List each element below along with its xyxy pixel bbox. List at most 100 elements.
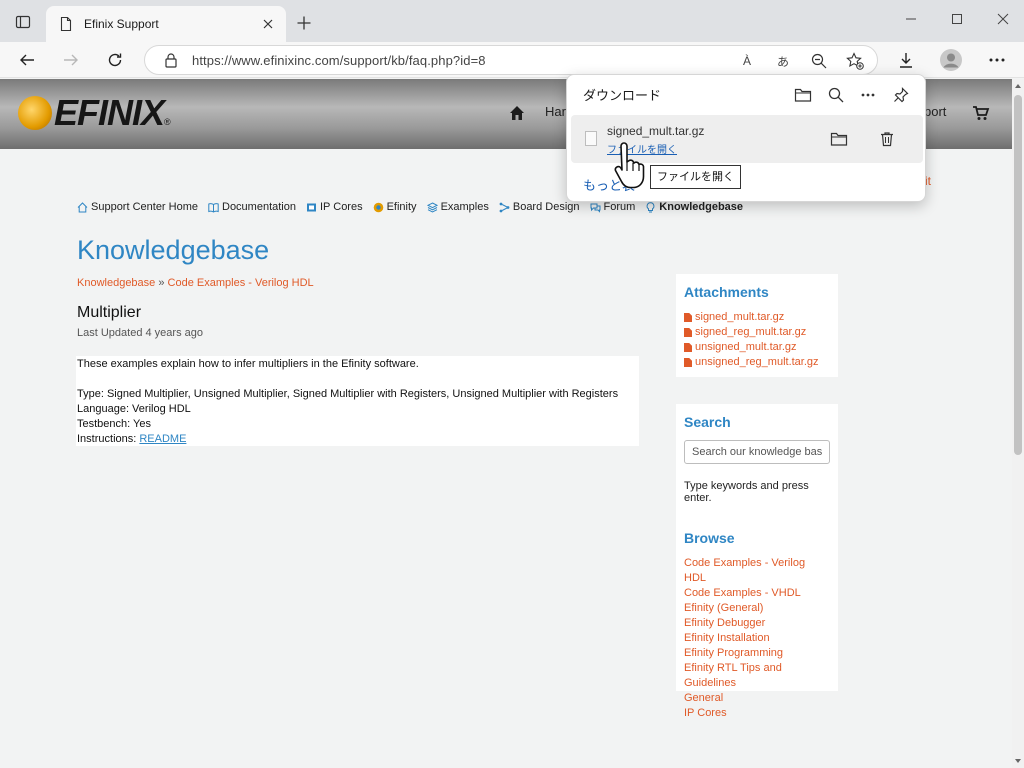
article-testbench: Testbench: Yes	[77, 418, 152, 430]
download-icon[interactable]	[892, 46, 920, 74]
book-icon	[208, 202, 219, 213]
subnav-efinity[interactable]: Efinity	[373, 201, 417, 213]
subnav-board-design[interactable]: Board Design	[499, 201, 580, 213]
subnav-ip-cores[interactable]: IP Cores	[306, 201, 363, 213]
article-title: Multiplier	[77, 304, 142, 321]
browse-link[interactable]: Efinity Installation	[684, 631, 830, 646]
favorites-icon[interactable]	[843, 49, 867, 73]
maximize-icon[interactable]	[943, 8, 971, 30]
pin-icon[interactable]	[889, 83, 913, 107]
browser-toolbar: https://www.efinixinc.com/support/kb/faq…	[0, 42, 1024, 78]
subnav-forum[interactable]: Forum	[590, 201, 636, 213]
browse-link[interactable]: Efinity Programming	[684, 646, 830, 661]
chip-icon	[307, 203, 316, 211]
subnav-label: IP Cores	[320, 201, 363, 213]
readme-link[interactable]: README	[139, 433, 186, 445]
browse-link[interactable]: General	[684, 691, 830, 706]
attachment-link[interactable]: unsigned_reg_mult.tar.gz	[684, 355, 830, 370]
article-intro: These examples explain how to infer mult…	[77, 358, 419, 370]
downloads-title: ダウンロード	[583, 88, 662, 103]
attachment-link[interactable]: unsigned_mult.tar.gz	[684, 340, 830, 355]
browse-link[interactable]: Efinity Debugger	[684, 616, 830, 631]
forum-icon	[590, 203, 601, 213]
page-scrollbar[interactable]	[1012, 79, 1024, 768]
close-window-icon[interactable]	[989, 8, 1017, 30]
subnav-examples[interactable]: Examples	[426, 201, 489, 213]
attachment-link[interactable]: signed_reg_mult.tar.gz	[684, 325, 830, 340]
article-type: Type: Signed Multiplier, Unsigned Multip…	[77, 388, 619, 400]
scroll-up-icon[interactable]	[1015, 84, 1021, 88]
nav-support-link[interactable]: port	[924, 104, 946, 119]
breadcrumb-root-link[interactable]: Knowledgebase	[77, 277, 155, 289]
page-title: Knowledgebase	[77, 235, 270, 265]
more-icon[interactable]	[983, 46, 1011, 74]
url-text[interactable]: https://www.efinixinc.com/support/kb/faq…	[192, 53, 486, 68]
folder-icon[interactable]	[791, 83, 815, 107]
plus-icon[interactable]	[292, 12, 316, 34]
home-icon	[77, 201, 88, 212]
file-icon	[684, 358, 692, 367]
open-file-tooltip: ファイルを開く	[650, 165, 741, 189]
search-title: Search	[684, 414, 731, 430]
subnav-label: Board Design	[512, 201, 580, 213]
close-icon[interactable]	[260, 16, 276, 32]
read-aloud-icon[interactable]: À	[735, 49, 759, 73]
tab-efinix-support[interactable]: Efinix Support	[46, 6, 286, 42]
browse-link[interactable]: Code Examples - VHDL	[684, 586, 830, 601]
scrollbar-thumb[interactable]	[1014, 95, 1022, 455]
logo-text: EFINIX	[54, 92, 165, 133]
subnav-documentation[interactable]: Documentation	[208, 201, 296, 213]
search-hint: Type keywords and press enter.	[684, 480, 809, 504]
download-file-name: signed_mult.tar.gz	[607, 124, 705, 138]
article-body: These examples explain how to infer mult…	[76, 356, 639, 446]
bulb-icon	[646, 201, 655, 212]
search-panel: Search Type keywords and press enter. Br…	[676, 404, 838, 719]
tab-actions-icon[interactable]	[8, 9, 38, 35]
attachments-panel: Attachments signed_mult.tar.gz signed_re…	[676, 274, 838, 377]
tab-strip: Efinix Support	[0, 0, 1024, 42]
breadcrumb-category-link[interactable]: Code Examples - Verilog HDL	[168, 277, 314, 289]
minimize-icon[interactable]	[897, 8, 925, 30]
logo-trademark: ®	[164, 117, 171, 127]
article-language: Language: Verilog HDL	[77, 403, 191, 415]
lock-icon[interactable]	[163, 52, 179, 68]
more-icon[interactable]	[856, 83, 880, 107]
search-input[interactable]	[684, 440, 830, 464]
address-bar[interactable]: https://www.efinixinc.com/support/kb/faq…	[144, 45, 878, 75]
efinity-icon	[373, 202, 383, 212]
subnav-label: Forum	[603, 201, 636, 213]
profile-icon[interactable]	[937, 46, 965, 74]
browse-link[interactable]: IP Cores	[684, 706, 830, 721]
translate-icon[interactable]: あ	[771, 49, 795, 73]
logo-mark-icon	[18, 96, 52, 130]
browse-link[interactable]: Code Examples - Verilog HDL	[684, 556, 830, 586]
forward-icon[interactable]	[57, 46, 85, 74]
hand-cursor-icon	[614, 142, 645, 189]
show-in-folder-icon[interactable]	[827, 127, 851, 151]
subnav-support-center-home[interactable]: Support Center Home	[77, 201, 198, 213]
browse-title: Browse	[684, 530, 735, 546]
trash-icon[interactable]	[875, 127, 899, 151]
efinix-logo[interactable]: EFINIX ®	[18, 92, 171, 133]
support-subnav: Support Center Home Documentation IP Cor…	[77, 201, 753, 213]
nav-hardware-link[interactable]: Har	[545, 104, 566, 119]
refresh-icon[interactable]	[101, 46, 129, 74]
scroll-down-icon[interactable]	[1015, 759, 1021, 763]
instructions-label: Instructions:	[77, 433, 140, 445]
search-icon[interactable]	[824, 83, 848, 107]
attachment-link[interactable]: signed_mult.tar.gz	[684, 310, 830, 325]
subnav-knowledgebase[interactable]: Knowledgebase	[645, 201, 743, 213]
subnav-label: Examples	[440, 201, 489, 213]
back-icon[interactable]	[13, 46, 41, 74]
browse-link[interactable]: Efinity (General)	[684, 601, 830, 616]
article-instructions: Instructions: README	[77, 432, 638, 447]
tab-title: Efinix Support	[84, 17, 159, 31]
browse-link[interactable]: Efinity RTL Tips and Guidelines	[684, 661, 830, 691]
zoom-out-icon[interactable]	[807, 49, 831, 73]
board-icon	[499, 202, 510, 212]
cart-icon[interactable]	[972, 104, 990, 122]
subnav-label: Knowledgebase	[659, 201, 744, 213]
file-icon	[684, 328, 692, 337]
breadcrumb-separator: »	[158, 277, 165, 289]
home-icon[interactable]	[508, 104, 526, 122]
